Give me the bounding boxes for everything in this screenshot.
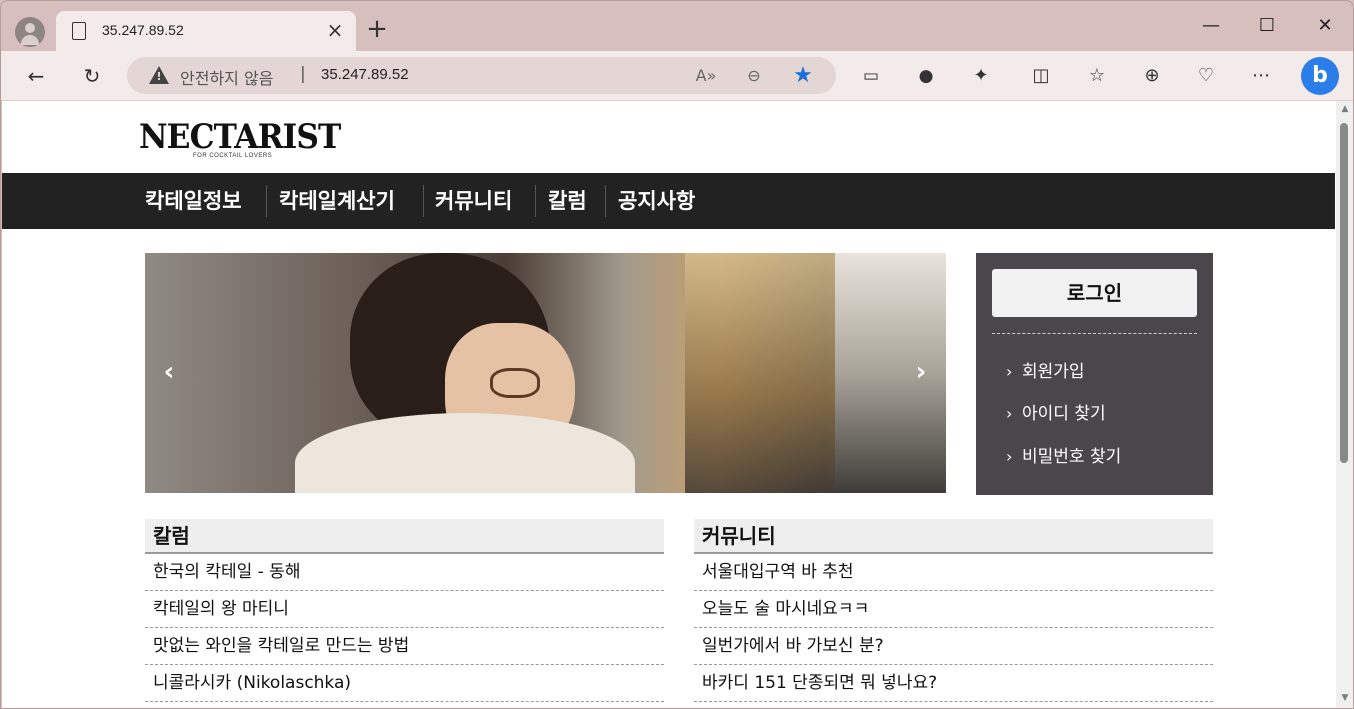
back-icon[interactable]: ← xyxy=(21,62,51,90)
health-icon[interactable]: ♡ xyxy=(1191,62,1221,90)
community-board: 커뮤니티 서울대입구역 바 추천 오늘도 술 마시네요ㅋㅋ 일번가에서 바 가보… xyxy=(694,519,1213,702)
list-item[interactable]: 오늘도 술 마시네요ㅋㅋ xyxy=(694,591,1213,628)
address-separator: | xyxy=(300,64,306,84)
web-page: NECTARIST FOR COCKTAIL LOVERS 칵테일정보 칵테일계… xyxy=(2,101,1336,708)
hero-carousel[interactable]: ‹ › xyxy=(145,253,946,493)
nav-item-notice[interactable]: 공지사항 xyxy=(618,186,695,216)
signup-label: 회원가입 xyxy=(1022,362,1085,382)
tab-title: 35.247.89.52 xyxy=(102,22,184,38)
nav-divider xyxy=(423,185,424,217)
list-item[interactable]: 칵테일의 왕 마티니 xyxy=(145,591,664,628)
column-board: 칼럼 한국의 칵테일 - 동해 칵테일의 왕 마티니 맛없는 와인을 칵테일로 … xyxy=(145,519,664,702)
scroll-down-icon[interactable]: ▼ xyxy=(1340,693,1350,703)
nav-item-column[interactable]: 칼럼 xyxy=(548,186,587,216)
list-item[interactable]: 한국의 칵테일 - 동해 xyxy=(145,554,664,591)
collections-icon[interactable]: ⊕ xyxy=(1137,62,1167,90)
list-item[interactable]: 니콜라시카 (Nikolaschka) xyxy=(145,665,664,702)
extension-icon[interactable]: ● xyxy=(911,62,941,90)
logo-subtitle: FOR COCKTAIL LOVERS xyxy=(193,153,273,159)
list-item[interactable]: 서울대입구역 바 추천 xyxy=(694,554,1213,591)
security-label[interactable]: 안전하지 않음 xyxy=(180,65,273,89)
scroll-thumb[interactable] xyxy=(1340,123,1348,463)
maximize-button[interactable]: ☐ xyxy=(1242,11,1292,41)
bing-icon[interactable]: b xyxy=(1301,57,1339,95)
browser-window: 35.247.89.52 × + — ☐ ✕ ← ↻ ! 안전하지 않음 | 3… xyxy=(0,0,1354,709)
puzzle-icon[interactable]: ✦ xyxy=(966,62,996,90)
chevron-right-icon: › xyxy=(1006,447,1013,466)
address-toolbar: ← ↻ ! 안전하지 않음 | 35.247.89.52 A» ⊖ ★ ▭ ● … xyxy=(1,51,1353,101)
address-bar[interactable]: ! 안전하지 않음 | 35.247.89.52 A» ⊖ ★ xyxy=(127,57,836,94)
close-tab-icon[interactable]: × xyxy=(324,19,346,41)
find-password-link[interactable]: › 비밀번호 찾기 xyxy=(1006,445,1121,469)
chevron-right-icon: › xyxy=(1006,362,1013,381)
url-text[interactable]: 35.247.89.52 xyxy=(321,66,409,83)
tab-active[interactable]: 35.247.89.52 × xyxy=(56,11,356,51)
close-window-button[interactable]: ✕ xyxy=(1300,11,1350,41)
login-panel: 로그인 › 회원가입 › 아이디 찾기 › 비밀번호 찾기 xyxy=(976,253,1213,495)
scroll-up-icon[interactable]: ▲ xyxy=(1340,104,1350,114)
carousel-indicators xyxy=(518,480,588,493)
carousel-photo-figure xyxy=(490,368,540,398)
site-logo[interactable]: NECTARIST FOR COCKTAIL LOVERS xyxy=(139,117,358,159)
list-item[interactable]: 일번가에서 바 가보신 분? xyxy=(694,628,1213,665)
split-screen-icon[interactable]: ◫ xyxy=(1026,62,1056,90)
carousel-next-icon[interactable]: › xyxy=(907,357,935,387)
favorite-star-icon[interactable]: ★ xyxy=(792,65,814,87)
new-tab-button[interactable]: + xyxy=(365,16,389,42)
nav-divider xyxy=(535,185,536,217)
carousel-prev-icon[interactable]: ‹ xyxy=(155,357,183,387)
list-item[interactable]: 바카디 151 단종되면 뭐 넣나요? xyxy=(694,665,1213,702)
nav-item-cocktail-info[interactable]: 칵테일정보 xyxy=(145,186,242,216)
vertical-scrollbar[interactable]: ▲ ▼ xyxy=(1336,101,1353,708)
find-id-label: 아이디 찾기 xyxy=(1022,404,1106,424)
list-item[interactable]: 맛없는 와인을 칵테일로 만드는 방법 xyxy=(145,628,664,665)
sidebar-icon[interactable]: ▭ xyxy=(856,62,886,90)
main-nav: 칵테일정보 칵테일계산기 커뮤니티 칼럼 공지사항 xyxy=(2,173,1335,229)
more-icon[interactable]: ⋯ xyxy=(1246,62,1276,90)
nav-divider xyxy=(266,185,267,217)
profile-avatar-icon[interactable] xyxy=(15,17,45,47)
refresh-icon[interactable]: ↻ xyxy=(77,62,107,90)
community-board-title[interactable]: 커뮤니티 xyxy=(694,519,1213,554)
find-password-label: 비밀번호 찾기 xyxy=(1022,447,1122,467)
zoom-out-icon[interactable]: ⊖ xyxy=(743,65,765,87)
chevron-right-icon: › xyxy=(1006,404,1013,423)
carousel-background xyxy=(685,253,835,493)
read-aloud-icon[interactable]: A» xyxy=(695,65,717,87)
signup-link[interactable]: › 회원가입 xyxy=(1006,360,1085,384)
logo-text: NECTARIST xyxy=(139,117,341,157)
nav-item-community[interactable]: 커뮤니티 xyxy=(435,186,512,216)
column-board-title[interactable]: 칼럼 xyxy=(145,519,664,554)
nav-item-calculator[interactable]: 칵테일계산기 xyxy=(279,186,395,216)
tab-bar: 35.247.89.52 × + — ☐ ✕ xyxy=(1,1,1353,51)
minimize-button[interactable]: — xyxy=(1186,11,1236,41)
find-id-link[interactable]: › 아이디 찾기 xyxy=(1006,402,1106,426)
page-icon xyxy=(72,22,86,40)
login-button[interactable]: 로그인 xyxy=(992,269,1197,317)
login-divider xyxy=(992,333,1197,334)
favorites-icon[interactable]: ☆ xyxy=(1082,62,1112,90)
nav-divider xyxy=(605,185,606,217)
